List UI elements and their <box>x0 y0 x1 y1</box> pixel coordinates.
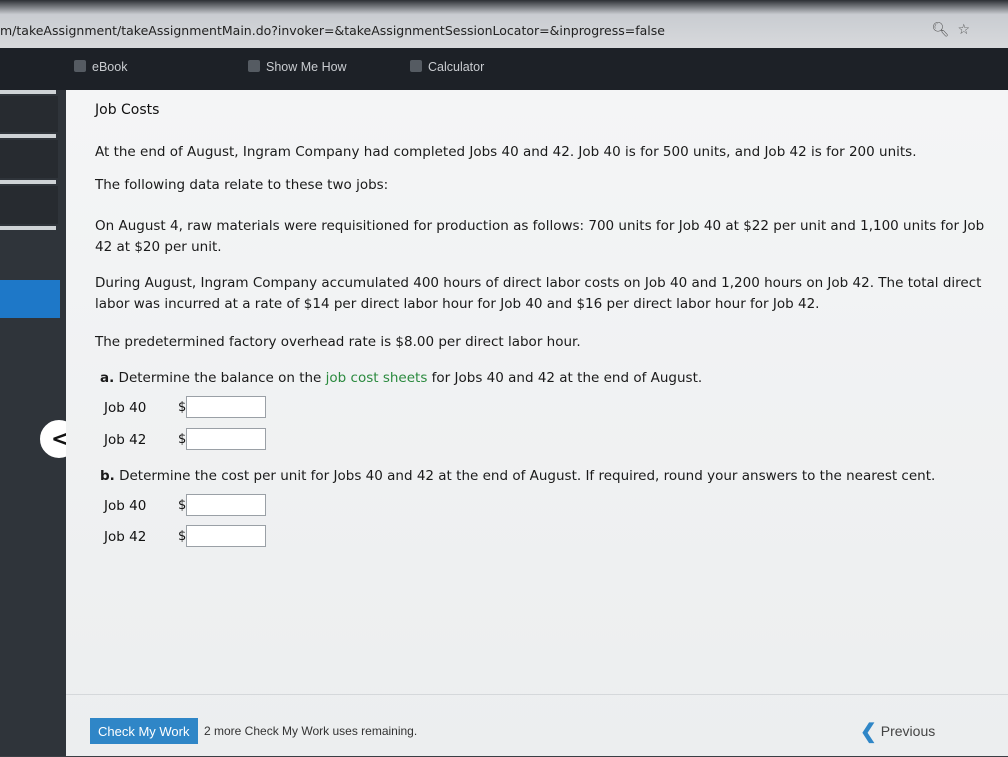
rail-item[interactable] <box>0 140 58 178</box>
job-cost-sheets-link[interactable]: job cost sheets <box>326 370 428 386</box>
calculator-label: Calculator <box>428 60 485 74</box>
ebook-label: eBook <box>92 60 128 74</box>
question-b: b. Determine the cost per unit for Jobs … <box>100 468 935 484</box>
job-42-unit-cost-input[interactable] <box>186 525 266 547</box>
rail-item[interactable] <box>0 186 58 224</box>
assignment-toolbar: eBook Show Me How Calculator <box>0 48 1008 90</box>
rail-item[interactable] <box>0 96 58 132</box>
previous-button[interactable]: ❮ Previous <box>860 719 935 744</box>
question-b-text: Determine the cost per unit for Jobs 40 … <box>119 468 936 484</box>
answer-label: Job 40 <box>104 400 147 416</box>
ebook-button[interactable]: eBook <box>74 60 127 74</box>
problem-paragraph: On August 4, raw materials were requisit… <box>95 218 985 255</box>
video-icon <box>248 60 260 72</box>
rail-divider <box>0 90 56 94</box>
job-40-unit-cost-input[interactable] <box>186 494 266 516</box>
answer-label: Job 42 <box>104 432 147 448</box>
question-a: a. Determine the balance on the job cost… <box>100 370 702 386</box>
problem-title: Job Costs <box>95 102 160 118</box>
book-icon <box>74 60 86 72</box>
remaining-attempts-text: 2 more Check My Work uses remaining. <box>204 724 418 738</box>
chevron-left-icon: ❮ <box>860 721 877 743</box>
problem-paragraph: The predetermined factory overhead rate … <box>95 334 581 350</box>
job-40-balance-input[interactable] <box>186 396 266 418</box>
problem-paragraph: The following data relate to these two j… <box>95 177 389 193</box>
zoom-icon[interactable]: 🔍︎ <box>932 22 958 38</box>
rail-item-active[interactable] <box>0 280 60 318</box>
show-me-how-button[interactable]: Show Me How <box>248 60 347 74</box>
question-a-text-before: Determine the balance on the <box>118 370 322 386</box>
answer-label: Job 42 <box>104 529 147 545</box>
address-bar-icons: 🔍︎☆ <box>932 22 978 38</box>
assignment-content: Job Costs At the end of August, Ingram C… <box>66 90 1008 756</box>
calculator-icon <box>410 60 422 72</box>
question-a-letter: a. <box>100 370 115 386</box>
assignment-footer: Check My Work 2 more Check My Work uses … <box>66 694 1008 757</box>
answer-label: Job 40 <box>104 498 147 514</box>
question-b-letter: b. <box>100 468 115 484</box>
check-my-work-button[interactable]: Check My Work <box>90 718 198 744</box>
rail-divider <box>0 180 56 184</box>
star-icon[interactable]: ☆ <box>957 22 978 38</box>
url-text[interactable]: m/takeAssignment/takeAssignmentMain.do?i… <box>0 23 665 38</box>
previous-label: Previous <box>880 723 936 739</box>
browser-address-bar: m/takeAssignment/takeAssignmentMain.do?i… <box>0 0 1008 48</box>
problem-paragraph: During August, Ingram Company accumulate… <box>95 275 982 312</box>
rail-divider <box>0 134 56 138</box>
rail-divider <box>0 226 56 230</box>
calculator-button[interactable]: Calculator <box>410 60 484 74</box>
question-a-text-after: for Jobs 40 and 42 at the end of August. <box>431 370 703 386</box>
show-me-how-label: Show Me How <box>266 60 347 74</box>
problem-paragraph: At the end of August, Ingram Company had… <box>95 144 917 160</box>
job-42-balance-input[interactable] <box>186 428 266 450</box>
